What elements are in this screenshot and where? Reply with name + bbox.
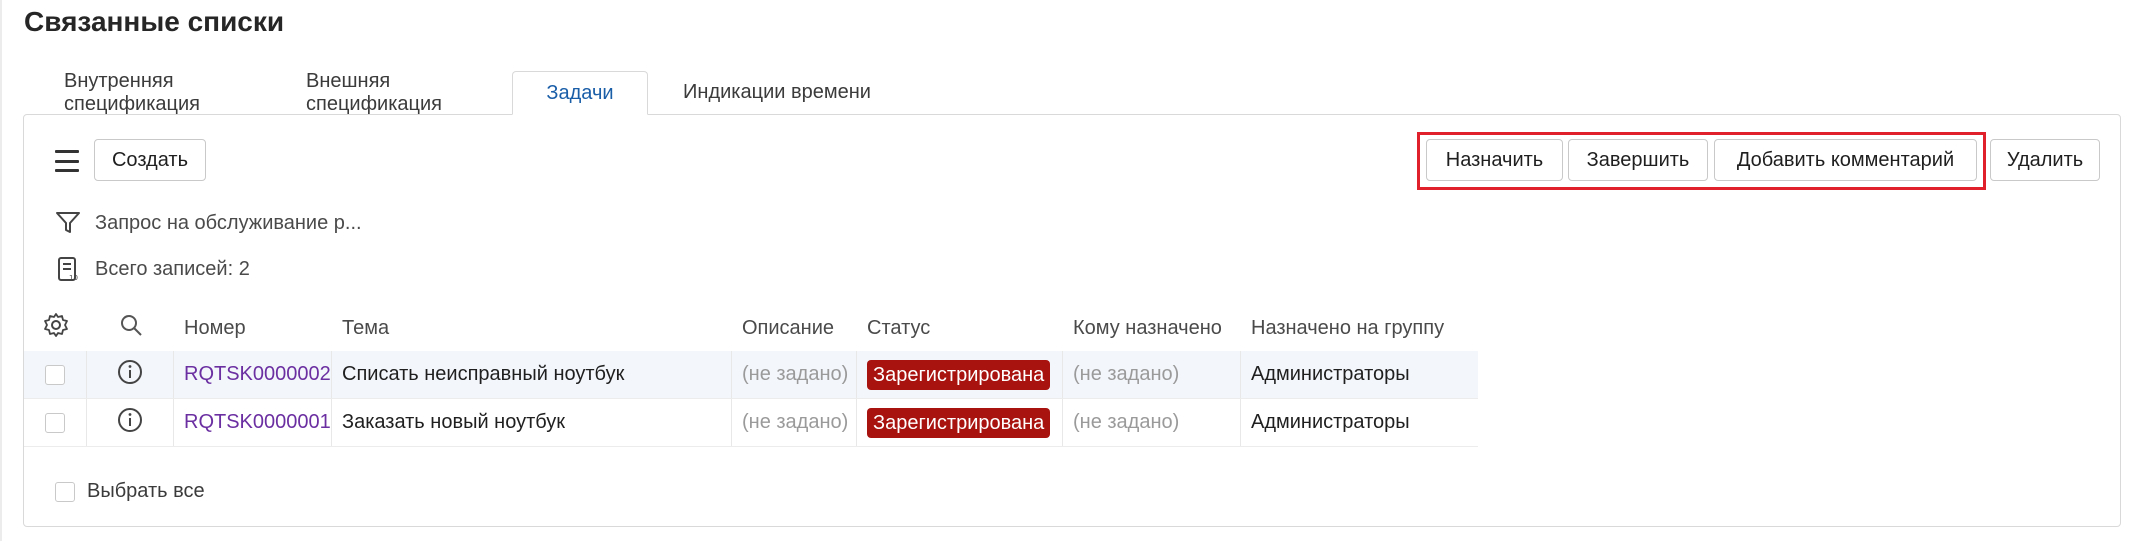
tasks-table: Номер Тема Описание Статус Кому назначен… — [24, 305, 1478, 447]
table-header: Номер Тема Описание Статус Кому назначен… — [24, 305, 1478, 351]
tab-external-spec[interactable]: Внешняя спецификация — [306, 70, 512, 115]
row-checkbox-cell — [24, 351, 87, 398]
task-description: (не задано) — [742, 363, 849, 385]
task-assigned-to: (не задано) — [1073, 363, 1180, 385]
column-header-description[interactable]: Описание — [732, 305, 857, 351]
gear-icon[interactable] — [43, 312, 69, 344]
search-icon[interactable] — [119, 313, 143, 343]
svg-text:10: 10 — [69, 274, 78, 282]
tab-bar: Внутренняя спецификация Внешняя специфик… — [64, 70, 906, 115]
filter-line[interactable]: Запрос на обслуживание р... — [55, 210, 362, 236]
row-checkbox[interactable] — [45, 412, 65, 433]
task-group: Администраторы — [1251, 411, 1410, 433]
column-header-assigned-to[interactable]: Кому назначено — [1063, 305, 1241, 351]
table-row: RQTSK0000002 Списать неисправный ноутбук… — [24, 351, 1478, 399]
row-info-cell — [87, 399, 174, 446]
assign-button[interactable]: Назначить — [1426, 139, 1563, 181]
column-search-cell[interactable] — [87, 305, 174, 351]
select-all-checkbox[interactable] — [55, 481, 75, 502]
column-header-number[interactable]: Номер — [174, 305, 332, 351]
filter-text[interactable]: Запрос на обслуживание р... — [95, 212, 362, 235]
tab-time-indications[interactable]: Индикации времени — [648, 71, 906, 115]
add-comment-button[interactable]: Добавить комментарий — [1714, 139, 1977, 181]
records-count-text: Всего записей: 2 — [95, 257, 250, 280]
row-info-cell — [87, 351, 174, 398]
column-header-subject[interactable]: Тема — [332, 305, 732, 351]
info-icon[interactable] — [117, 407, 143, 439]
task-number-link[interactable]: RQTSK0000001 — [184, 411, 331, 434]
task-description: (не задано) — [742, 411, 849, 433]
task-assigned-to: (не задано) — [1073, 411, 1180, 433]
column-header-group[interactable]: Назначено на группу — [1241, 305, 1478, 351]
info-icon[interactable] — [117, 359, 143, 391]
row-checkbox[interactable] — [45, 364, 65, 385]
page-title: Связанные списки — [24, 6, 285, 37]
status-badge: Зарегистрирована — [867, 407, 1051, 438]
task-group: Администраторы — [1251, 363, 1410, 385]
create-button[interactable]: Создать — [94, 139, 206, 181]
select-all-control[interactable]: Выбрать все — [55, 480, 205, 503]
delete-button[interactable]: Удалить — [1990, 139, 2100, 181]
column-header-status[interactable]: Статус — [857, 305, 1063, 351]
column-settings-cell[interactable] — [24, 305, 87, 351]
task-number-link[interactable]: RQTSK0000002 — [184, 363, 331, 386]
tab-tasks[interactable]: Задачи — [512, 71, 648, 115]
left-border — [0, 0, 2, 541]
table-row: RQTSK0000001 Заказать новый ноутбук (не … — [24, 399, 1478, 447]
task-subject: Заказать новый ноутбук — [342, 411, 566, 433]
filter-icon — [55, 210, 81, 236]
status-badge: Зарегистрирована — [867, 359, 1051, 390]
select-all-label[interactable]: Выбрать все — [87, 480, 205, 503]
complete-button[interactable]: Завершить — [1568, 139, 1708, 181]
document-list-icon: 10 — [55, 256, 81, 282]
row-checkbox-cell — [24, 399, 87, 446]
hamburger-menu-icon[interactable] — [55, 150, 79, 172]
records-count-line: 10 Всего записей: 2 — [55, 256, 250, 282]
tab-internal-spec[interactable]: Внутренняя спецификация — [64, 70, 306, 115]
task-subject: Списать неисправный ноутбук — [342, 363, 625, 385]
